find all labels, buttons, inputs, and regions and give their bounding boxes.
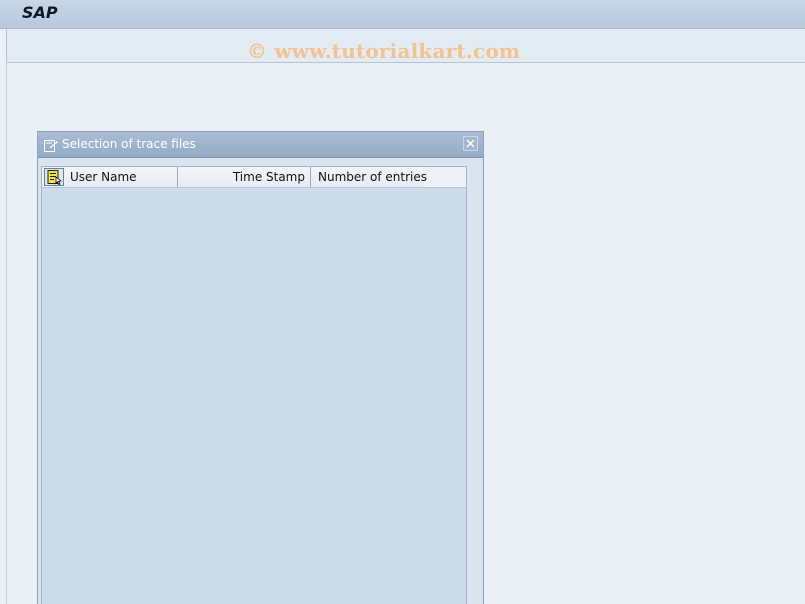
trace-files-grid: User Name Time Stamp Number of entries <box>41 166 467 604</box>
column-header-user-name[interactable]: User Name <box>66 167 178 187</box>
watermark: © www.tutorialkart.com <box>247 39 521 63</box>
select-all-button[interactable] <box>44 168 64 186</box>
close-icon <box>464 137 477 150</box>
select-all-icon <box>45 169 63 185</box>
sap-window: SAP © www.tutorialkart.com Selection of … <box>0 0 805 604</box>
grid-rows-area <box>42 188 466 604</box>
dialog-header: Selection of trace files <box>38 132 483 158</box>
dialog-window-icon <box>44 138 58 152</box>
title-bar: SAP <box>0 0 805 29</box>
app-title: SAP <box>22 3 58 22</box>
close-button[interactable] <box>463 136 478 151</box>
grid-header-row: User Name Time Stamp Number of entries <box>42 167 466 188</box>
screen-edge-divider <box>6 62 7 604</box>
column-header-time-stamp[interactable]: Time Stamp <box>178 167 311 187</box>
column-header-number-of-entries[interactable]: Number of entries <box>311 167 427 187</box>
trace-files-dialog: Selection of trace files User Name Time … <box>37 131 484 604</box>
dialog-title: Selection of trace files <box>62 137 196 151</box>
